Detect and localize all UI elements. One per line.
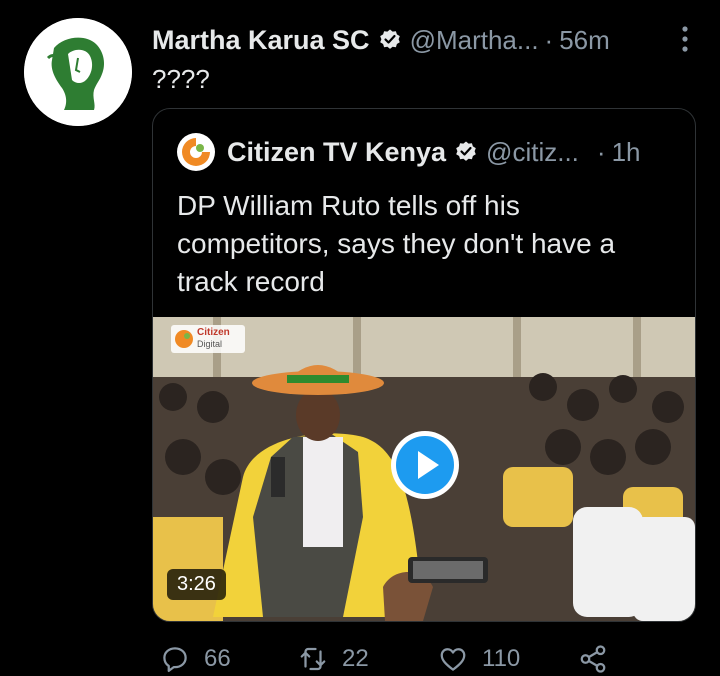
retweet-count: 22 bbox=[342, 645, 369, 672]
separator-dot: · bbox=[544, 24, 554, 55]
watermark-line2: Digital bbox=[197, 339, 223, 349]
quoted-author-handle[interactable]: @citiz... bbox=[486, 137, 579, 168]
play-icon bbox=[391, 431, 459, 499]
citizen-tv-logo-icon bbox=[177, 133, 215, 171]
separator-dot: · bbox=[596, 136, 606, 167]
reply-count: 66 bbox=[204, 645, 231, 672]
video-duration-badge: 3:26 bbox=[167, 569, 226, 600]
retweet-icon bbox=[300, 647, 326, 671]
quoted-tweet-text: DP William Ruto tells off his competitor… bbox=[177, 190, 616, 297]
retweet-button[interactable]: 22 bbox=[298, 644, 369, 674]
tweet-time[interactable]: 56m bbox=[559, 25, 610, 56]
like-count: 110 bbox=[482, 645, 521, 672]
reply-button[interactable]: 66 bbox=[160, 644, 231, 674]
share-icon bbox=[580, 645, 606, 673]
quoted-author-name[interactable]: Citizen TV Kenya bbox=[227, 137, 446, 168]
play-button[interactable] bbox=[389, 429, 461, 501]
video-thumbnail[interactable]: Citizen Digital 3:26 bbox=[153, 317, 695, 621]
avatar[interactable] bbox=[24, 18, 132, 126]
tweet-actions: 66 22 110 bbox=[160, 640, 620, 676]
verified-badge-icon bbox=[454, 140, 478, 164]
heart-icon bbox=[440, 648, 466, 671]
author-handle[interactable]: @Martha... bbox=[410, 25, 539, 56]
citizen-digital-watermark: Citizen Digital bbox=[171, 325, 245, 353]
verified-badge-icon bbox=[378, 28, 402, 52]
reply-icon bbox=[163, 647, 187, 672]
quoted-tweet[interactable]: Citizen TV Kenya @citiz... · 1h DP Willi… bbox=[152, 108, 696, 622]
like-button[interactable]: 110 bbox=[438, 644, 520, 674]
profile-portrait-icon bbox=[24, 18, 132, 126]
watermark-line1: Citizen bbox=[197, 327, 230, 338]
more-vertical-icon[interactable] bbox=[680, 24, 690, 54]
quoted-tweet-header: Citizen TV Kenya @citiz... · 1h bbox=[177, 133, 675, 171]
tweet-header: Martha Karua SC @Martha... · 56m bbox=[152, 22, 690, 58]
quoted-tweet-time[interactable]: 1h bbox=[612, 137, 641, 168]
share-button[interactable] bbox=[578, 644, 622, 674]
author-name[interactable]: Martha Karua SC bbox=[152, 25, 370, 56]
tweet-text: ???? bbox=[152, 64, 210, 94]
